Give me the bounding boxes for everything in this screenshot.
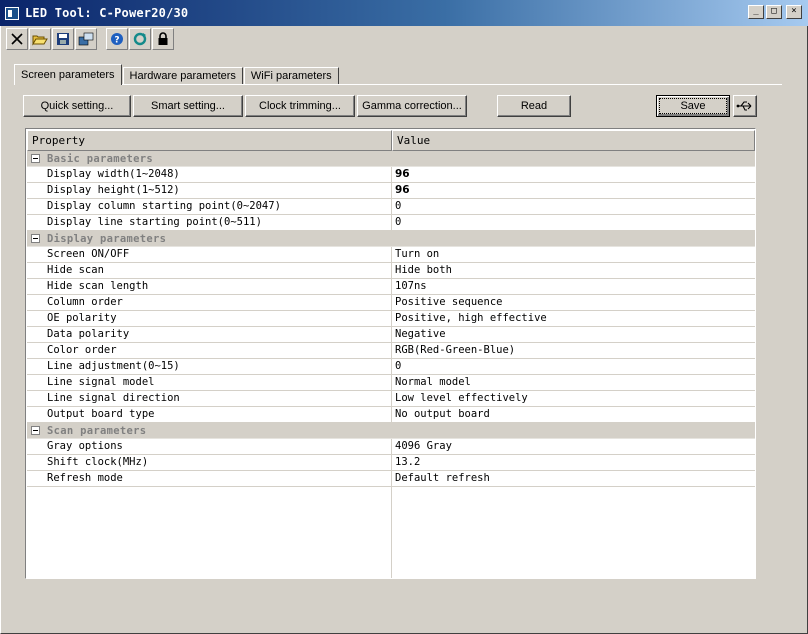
category-row[interactable]: Basic parameters	[27, 151, 755, 167]
value-column-header[interactable]: Value	[392, 130, 755, 151]
property-value[interactable]: Turn on	[392, 247, 755, 263]
property-name: Gray options	[27, 439, 392, 455]
save-button[interactable]: Save	[656, 95, 730, 117]
category-row[interactable]: Scan parameters	[27, 423, 755, 439]
maximize-button[interactable]: □	[766, 5, 782, 19]
property-row[interactable]: Hide scan Hide both	[27, 263, 755, 279]
property-value[interactable]: Default refresh	[392, 471, 755, 487]
property-row[interactable]: Color order RGB(Red-Green-Blue)	[27, 343, 755, 359]
property-row[interactable]: Line signal model Normal model	[27, 375, 755, 391]
property-name: Data polarity	[27, 327, 392, 343]
refresh-icon[interactable]	[129, 28, 151, 50]
clock-trimming-button[interactable]: Clock trimming...	[245, 95, 355, 117]
property-name: OE polarity	[27, 311, 392, 327]
property-name: Line signal direction	[27, 391, 392, 407]
usb-icon	[736, 101, 752, 111]
property-value[interactable]: Low level effectively	[392, 391, 755, 407]
property-row[interactable]: Line adjustment(0~15) 0	[27, 359, 755, 375]
property-name: Line adjustment(0~15)	[27, 359, 392, 375]
property-value[interactable]: 13.2	[392, 455, 755, 471]
property-row[interactable]: Display height(1~512) 96	[27, 183, 755, 199]
property-row[interactable]: Display column starting point(0~2047) 0	[27, 199, 755, 215]
category-row[interactable]: Display parameters	[27, 231, 755, 247]
close-window-button[interactable]: ×	[786, 5, 802, 19]
property-row[interactable]: Hide scan length 107ns	[27, 279, 755, 295]
property-row[interactable]: Gray options 4096 Gray	[27, 439, 755, 455]
property-value[interactable]: 0	[392, 199, 755, 215]
property-row[interactable]: Shift clock(MHz) 13.2	[27, 455, 755, 471]
read-button[interactable]: Read	[497, 95, 571, 117]
property-value[interactable]: 96	[392, 183, 755, 199]
property-name: Hide scan	[27, 263, 392, 279]
svg-text:?: ?	[114, 36, 119, 46]
property-value[interactable]: Positive sequence	[392, 295, 755, 311]
property-name: Refresh mode	[27, 471, 392, 487]
export-icon[interactable]	[75, 28, 97, 50]
property-row[interactable]: Display width(1~2048) 96	[27, 167, 755, 183]
grid-header: Property Value	[27, 130, 755, 151]
close-icon[interactable]	[6, 28, 28, 50]
property-name: Hide scan length	[27, 279, 392, 295]
property-grid: Property Value Basic parameters Display w…	[25, 128, 756, 579]
app-icon	[5, 6, 19, 20]
property-value[interactable]: No output board	[392, 407, 755, 423]
tab-strip: Screen parameters Hardware parameters Wi…	[14, 64, 340, 85]
property-row[interactable]: Data polarity Negative	[27, 327, 755, 343]
property-row[interactable]: Screen ON/OFF Turn on	[27, 247, 755, 263]
collapse-toggle-icon[interactable]	[31, 426, 40, 435]
quick-setting-button[interactable]: Quick setting...	[23, 95, 131, 117]
property-value[interactable]: Hide both	[392, 263, 755, 279]
category-label: Display parameters	[47, 232, 167, 245]
collapse-toggle-icon[interactable]	[31, 234, 40, 243]
property-row[interactable]: Output board type No output board	[27, 407, 755, 423]
save-disk-icon[interactable]	[52, 28, 74, 50]
property-value[interactable]: 107ns	[392, 279, 755, 295]
property-column-header[interactable]: Property	[27, 130, 392, 151]
property-row[interactable]: Column order Positive sequence	[27, 295, 755, 311]
property-value[interactable]: Negative	[392, 327, 755, 343]
window-title: LED Tool: C-Power20/30	[25, 6, 189, 20]
title-bar: LED Tool: C-Power20/30 _ □ ×	[0, 0, 808, 26]
property-name: Screen ON/OFF	[27, 247, 392, 263]
property-value[interactable]: Normal model	[392, 375, 755, 391]
property-value[interactable]: 96	[392, 167, 755, 183]
property-name: Color order	[27, 343, 392, 359]
property-name: Display column starting point(0~2047)	[27, 199, 392, 215]
category-label: Basic parameters	[47, 152, 153, 165]
gamma-correction-button[interactable]: Gamma correction...	[357, 95, 467, 117]
property-name: Line signal model	[27, 375, 392, 391]
usb-connection-button[interactable]	[733, 95, 757, 117]
property-name: Display width(1~2048)	[27, 167, 392, 183]
tab-hardware-parameters[interactable]: Hardware parameters	[122, 67, 243, 85]
property-name: Display height(1~512)	[27, 183, 392, 199]
property-name: Display line starting point(0~511)	[27, 215, 392, 231]
save-button-label: Save	[659, 98, 727, 114]
tab-divider	[14, 84, 782, 85]
toolbar: ?	[6, 27, 175, 51]
property-row[interactable]: OE polarity Positive, high effective	[27, 311, 755, 327]
grid-empty-area	[27, 487, 755, 578]
property-row[interactable]: Display line starting point(0~511) 0	[27, 215, 755, 231]
lock-icon[interactable]	[152, 28, 174, 50]
property-value[interactable]: Positive, high effective	[392, 311, 755, 327]
property-name: Column order	[27, 295, 392, 311]
property-value[interactable]: 0	[392, 359, 755, 375]
property-value[interactable]: 0	[392, 215, 755, 231]
property-name: Output board type	[27, 407, 392, 423]
open-folder-icon[interactable]	[29, 28, 51, 50]
collapse-toggle-icon[interactable]	[31, 154, 40, 163]
property-row[interactable]: Line signal direction Low level effective…	[27, 391, 755, 407]
property-value[interactable]: 4096 Gray	[392, 439, 755, 455]
help-icon[interactable]: ?	[106, 28, 128, 50]
tab-wifi-parameters[interactable]: WiFi parameters	[243, 67, 339, 85]
property-value[interactable]: RGB(Red-Green-Blue)	[392, 343, 755, 359]
property-row[interactable]: Refresh mode Default refresh	[27, 471, 755, 487]
property-name: Shift clock(MHz)	[27, 455, 392, 471]
smart-setting-button[interactable]: Smart setting...	[133, 95, 243, 117]
tab-screen-parameters[interactable]: Screen parameters	[14, 64, 122, 85]
minimize-button[interactable]: _	[748, 5, 764, 19]
category-label: Scan parameters	[47, 424, 147, 437]
